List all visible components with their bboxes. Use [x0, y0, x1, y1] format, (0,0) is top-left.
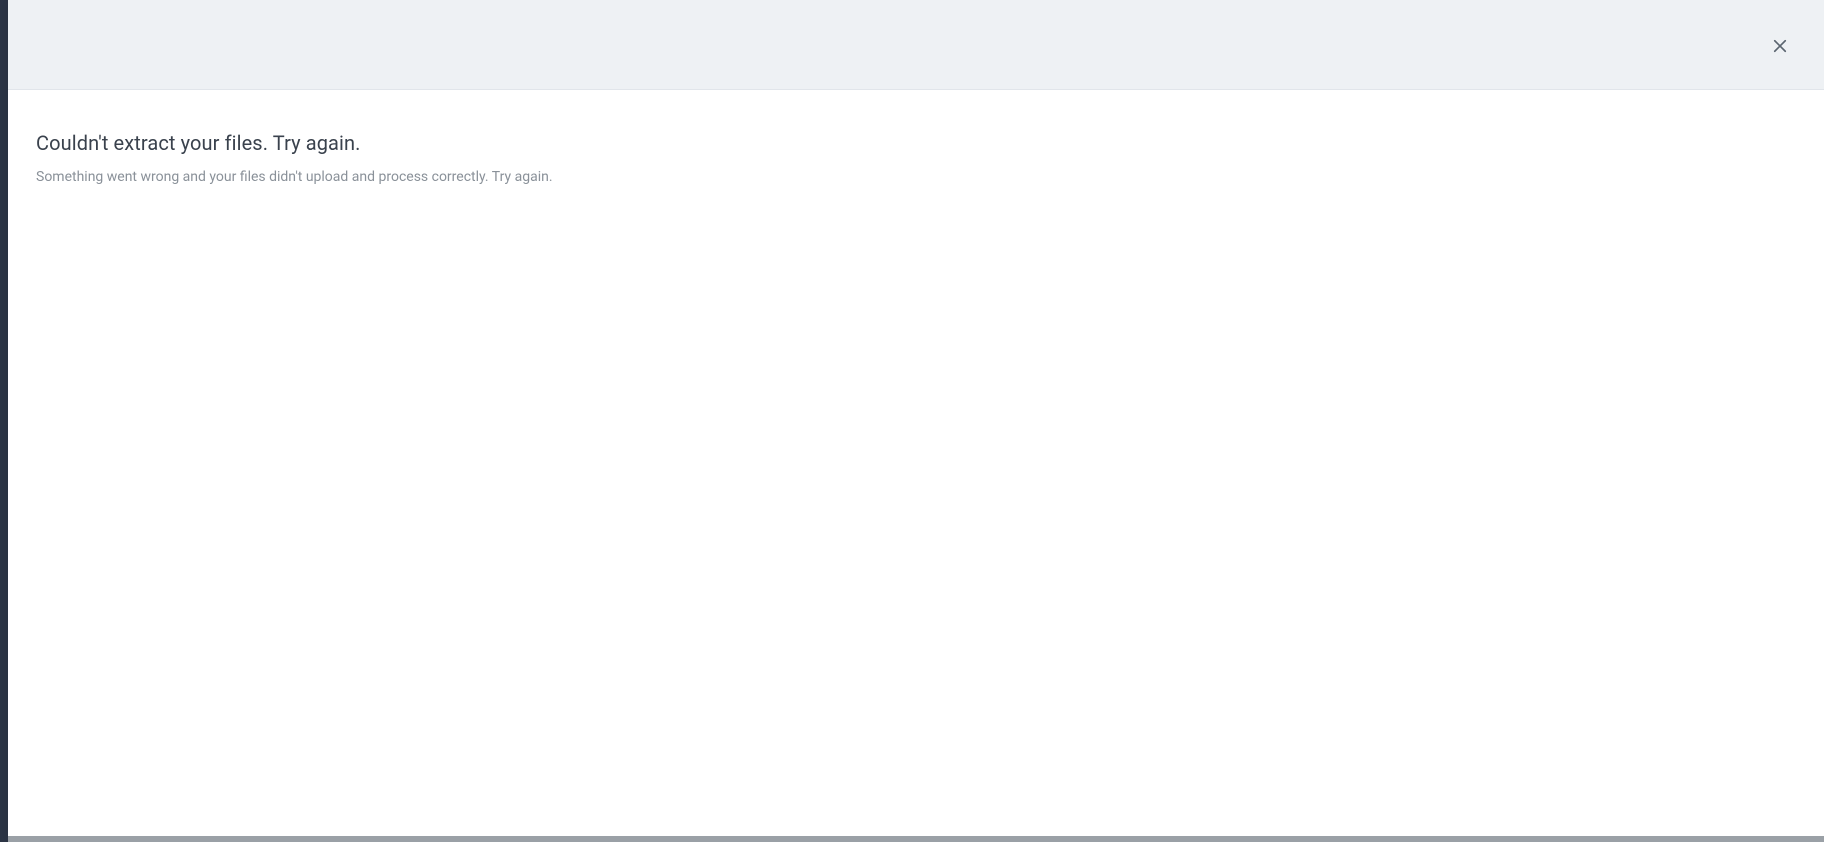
error-subtext: Something went wrong and your files didn…	[36, 168, 1796, 188]
backdrop-left-strip	[0, 0, 8, 842]
close-button[interactable]	[1766, 32, 1794, 60]
app-viewport: Couldn't extract your files. Try again. …	[0, 0, 1824, 842]
modal-header	[8, 0, 1824, 90]
error-title: Couldn't extract your files. Try again.	[36, 130, 1796, 156]
modal-body: Couldn't extract your files. Try again. …	[8, 90, 1824, 836]
upload-error-modal: Couldn't extract your files. Try again. …	[8, 0, 1824, 836]
close-icon	[1771, 37, 1789, 55]
bottom-shadow	[8, 836, 1824, 842]
